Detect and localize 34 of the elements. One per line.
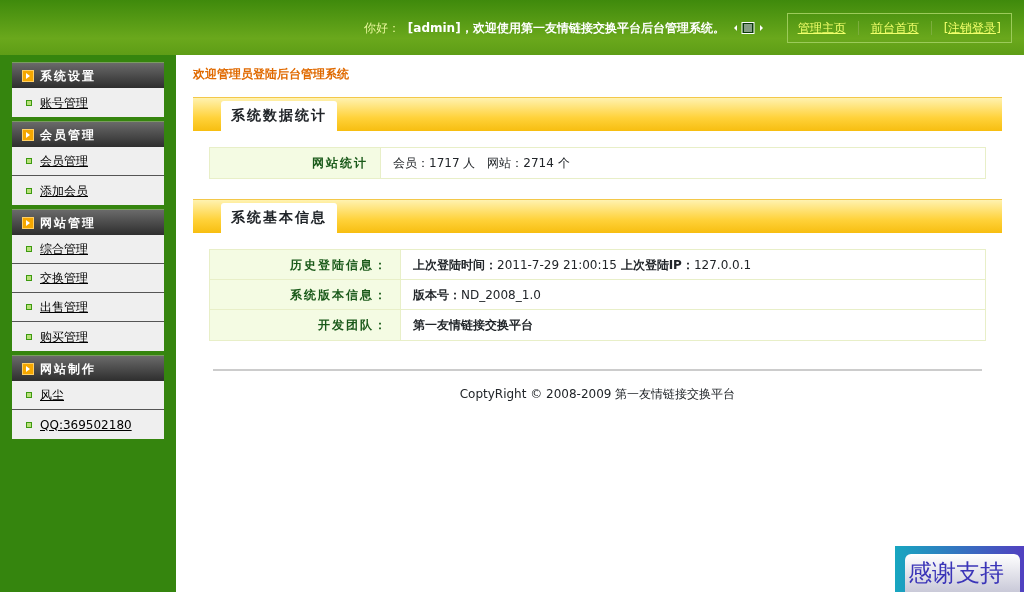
menu-link[interactable]: 会员管理 — [40, 152, 88, 170]
bullet-icon — [26, 275, 32, 281]
support-text: 感谢支持 — [905, 554, 1020, 592]
row-label: 网站统计 — [210, 148, 381, 178]
row-value: 会员：1717 人 网站：2714 个 — [393, 155, 570, 172]
bullet-icon — [26, 187, 32, 194]
footer-copyright: CoptyRight © 2008-2009 第一友情链接交换平台 — [459, 387, 736, 401]
bullet-icon — [26, 246, 32, 252]
bullet-icon — [26, 304, 32, 310]
menu-link[interactable]: 交换管理 — [40, 269, 88, 287]
row-value: 第一友情链接交换平台 — [413, 317, 533, 334]
section-title: 系统数据统计 — [221, 101, 337, 131]
bullet-icon — [26, 99, 32, 106]
row-label: 历史登陆信息： — [210, 250, 401, 279]
list-scroll-icon[interactable] — [732, 21, 765, 34]
bullet-icon — [26, 421, 32, 428]
welcome-text: [admin]，欢迎使用第一友情链接交换平台后台管理系统。 — [407, 19, 725, 37]
greeting-text: 你好： — [363, 19, 400, 37]
menu-link[interactable]: 风尘 — [40, 386, 64, 404]
row-label: 开发团队： — [210, 310, 401, 340]
bullet-icon — [26, 333, 32, 340]
menu-link[interactable]: 综合管理 — [40, 240, 88, 258]
menu-link[interactable]: 出售管理 — [40, 298, 88, 316]
bullet-icon — [26, 392, 32, 398]
menu-group-title: 会员管理 — [40, 126, 96, 144]
row-value: 上次登陆时间：2011-7-29 21:00:15 上次登陆IP：127.0.0.1 — [413, 256, 752, 274]
row-value: 版本号：ND_2008_1.0 — [413, 286, 541, 304]
menu-group-title: 网站制作 — [40, 360, 96, 378]
menu-group-title: 网站管理 — [40, 214, 96, 232]
bullet-icon — [26, 158, 32, 164]
page-title: 欢迎管理员登陆后台管理系统 — [193, 66, 350, 83]
menu-group-title: 系统设置 — [40, 67, 96, 85]
row-label: 系统版本信息： — [210, 280, 401, 309]
section-title: 系统基本信息 — [221, 203, 337, 233]
